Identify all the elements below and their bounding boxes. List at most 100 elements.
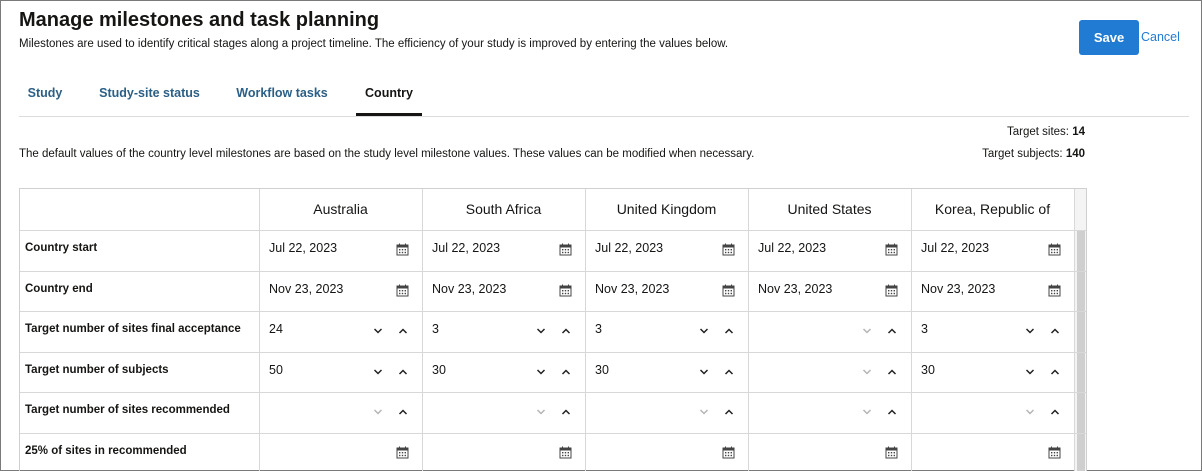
number-field[interactable]: 30 bbox=[921, 363, 935, 377]
date-field[interactable]: Jul 22, 2023 bbox=[758, 241, 826, 255]
chevron-down-icon[interactable] bbox=[699, 408, 709, 416]
number-field[interactable]: 3 bbox=[921, 322, 928, 336]
chevron-down-icon[interactable] bbox=[1025, 368, 1035, 376]
column-divider bbox=[259, 189, 260, 471]
page-title: Manage milestones and task planning bbox=[19, 9, 380, 31]
date-field[interactable]: Nov 23, 2023 bbox=[269, 282, 343, 296]
date-field[interactable]: Nov 23, 2023 bbox=[758, 282, 832, 296]
target-subjects: Target subjects: 140 bbox=[982, 148, 1085, 160]
chevron-down-icon[interactable] bbox=[536, 327, 546, 335]
calendar-icon[interactable] bbox=[396, 284, 409, 297]
tab-study-site-status[interactable]: Study-site status bbox=[97, 71, 202, 116]
row-label: 25% of sites in recommended bbox=[25, 445, 187, 457]
calendar-icon[interactable] bbox=[885, 284, 898, 297]
chevron-down-icon[interactable] bbox=[1025, 408, 1035, 416]
calendar-icon[interactable] bbox=[722, 284, 735, 297]
row-divider bbox=[20, 270, 1086, 272]
number-field[interactable]: 30 bbox=[595, 363, 609, 377]
tab-bar: Study Study-site status Workflow tasks C… bbox=[19, 71, 1189, 117]
calendar-icon[interactable] bbox=[396, 446, 409, 459]
row-divider bbox=[20, 351, 1086, 353]
target-subjects-label: Target subjects: bbox=[982, 148, 1063, 160]
chevron-up-icon[interactable] bbox=[561, 368, 571, 376]
column-divider bbox=[748, 189, 749, 471]
date-field[interactable]: Jul 22, 2023 bbox=[595, 241, 663, 255]
number-field[interactable]: 50 bbox=[269, 363, 283, 377]
chevron-up-icon[interactable] bbox=[887, 368, 897, 376]
column-divider bbox=[911, 189, 912, 471]
chevron-up-icon[interactable] bbox=[561, 327, 571, 335]
tab-study[interactable]: Study bbox=[19, 71, 71, 116]
number-field[interactable]: 3 bbox=[432, 322, 439, 336]
chevron-down-icon[interactable] bbox=[862, 408, 872, 416]
tab-country[interactable]: Country bbox=[356, 71, 422, 116]
calendar-icon[interactable] bbox=[396, 243, 409, 256]
row-label: Target number of sites final acceptance bbox=[25, 323, 241, 336]
target-sites-label: Target sites: bbox=[1007, 126, 1069, 138]
page-subtitle: Milestones are used to identify critical… bbox=[19, 38, 729, 50]
calendar-icon[interactable] bbox=[559, 284, 572, 297]
calendar-icon[interactable] bbox=[1048, 446, 1061, 459]
target-sites: Target sites: 14 bbox=[1007, 126, 1085, 138]
number-field[interactable]: 24 bbox=[269, 322, 283, 336]
date-field[interactable]: Nov 23, 2023 bbox=[595, 282, 669, 296]
calendar-icon[interactable] bbox=[559, 446, 572, 459]
intro-text: The default values of the country level … bbox=[19, 148, 755, 160]
column-header: Korea, Republic of bbox=[934, 201, 1051, 217]
row-label: Target number of subjects bbox=[25, 363, 169, 376]
chevron-up-icon[interactable] bbox=[1050, 368, 1060, 376]
chevron-up-icon[interactable] bbox=[398, 408, 408, 416]
row-divider bbox=[20, 392, 1086, 394]
calendar-icon[interactable] bbox=[722, 446, 735, 459]
chevron-down-icon[interactable] bbox=[536, 368, 546, 376]
chevron-up-icon[interactable] bbox=[1050, 327, 1060, 335]
date-field[interactable]: Jul 22, 2023 bbox=[269, 241, 337, 255]
column-header: United Kingdom bbox=[616, 201, 717, 217]
chevron-up-icon[interactable] bbox=[1050, 408, 1060, 416]
column-header: South Africa bbox=[465, 201, 542, 217]
column-divider bbox=[1074, 189, 1075, 471]
column-divider bbox=[422, 189, 423, 471]
date-field[interactable]: Nov 23, 2023 bbox=[432, 282, 506, 296]
chevron-up-icon[interactable] bbox=[398, 368, 408, 376]
page-frame: Manage milestones and task planning Mile… bbox=[0, 0, 1202, 471]
column-header: United States bbox=[787, 201, 872, 217]
tab-workflow-tasks[interactable]: Workflow tasks bbox=[233, 71, 331, 116]
number-field[interactable]: 3 bbox=[595, 322, 602, 336]
calendar-icon[interactable] bbox=[559, 243, 572, 256]
chevron-down-icon[interactable] bbox=[373, 327, 383, 335]
number-field[interactable]: 30 bbox=[432, 363, 446, 377]
calendar-icon[interactable] bbox=[1048, 284, 1061, 297]
calendar-icon[interactable] bbox=[722, 243, 735, 256]
row-label: Country start bbox=[25, 242, 98, 254]
calendar-icon[interactable] bbox=[885, 243, 898, 256]
chevron-down-icon[interactable] bbox=[862, 368, 872, 376]
chevron-down-icon[interactable] bbox=[536, 408, 546, 416]
chevron-up-icon[interactable] bbox=[398, 327, 408, 335]
chevron-down-icon[interactable] bbox=[373, 368, 383, 376]
calendar-icon[interactable] bbox=[1048, 243, 1061, 256]
row-divider bbox=[20, 311, 1086, 313]
chevron-up-icon[interactable] bbox=[887, 327, 897, 335]
row-label: Country end bbox=[25, 282, 93, 295]
column-header: Australia bbox=[313, 201, 368, 217]
date-field[interactable]: Nov 23, 2023 bbox=[921, 282, 995, 296]
chevron-up-icon[interactable] bbox=[887, 408, 897, 416]
chevron-down-icon[interactable] bbox=[373, 408, 383, 416]
date-field[interactable]: Jul 22, 2023 bbox=[432, 241, 500, 255]
vertical-scrollbar[interactable] bbox=[1074, 189, 1086, 471]
chevron-down-icon[interactable] bbox=[862, 327, 872, 335]
chevron-up-icon[interactable] bbox=[724, 408, 734, 416]
chevron-down-icon[interactable] bbox=[1025, 327, 1035, 335]
target-subjects-value: 140 bbox=[1065, 148, 1085, 160]
chevron-up-icon[interactable] bbox=[724, 368, 734, 376]
calendar-icon[interactable] bbox=[885, 446, 898, 459]
chevron-up-icon[interactable] bbox=[724, 327, 734, 335]
save-button[interactable]: Save bbox=[1079, 20, 1139, 55]
chevron-up-icon[interactable] bbox=[561, 408, 571, 416]
column-divider bbox=[585, 189, 586, 471]
cancel-link[interactable]: Cancel bbox=[1141, 30, 1180, 44]
chevron-down-icon[interactable] bbox=[699, 368, 709, 376]
date-field[interactable]: Jul 22, 2023 bbox=[921, 241, 989, 255]
chevron-down-icon[interactable] bbox=[699, 327, 709, 335]
